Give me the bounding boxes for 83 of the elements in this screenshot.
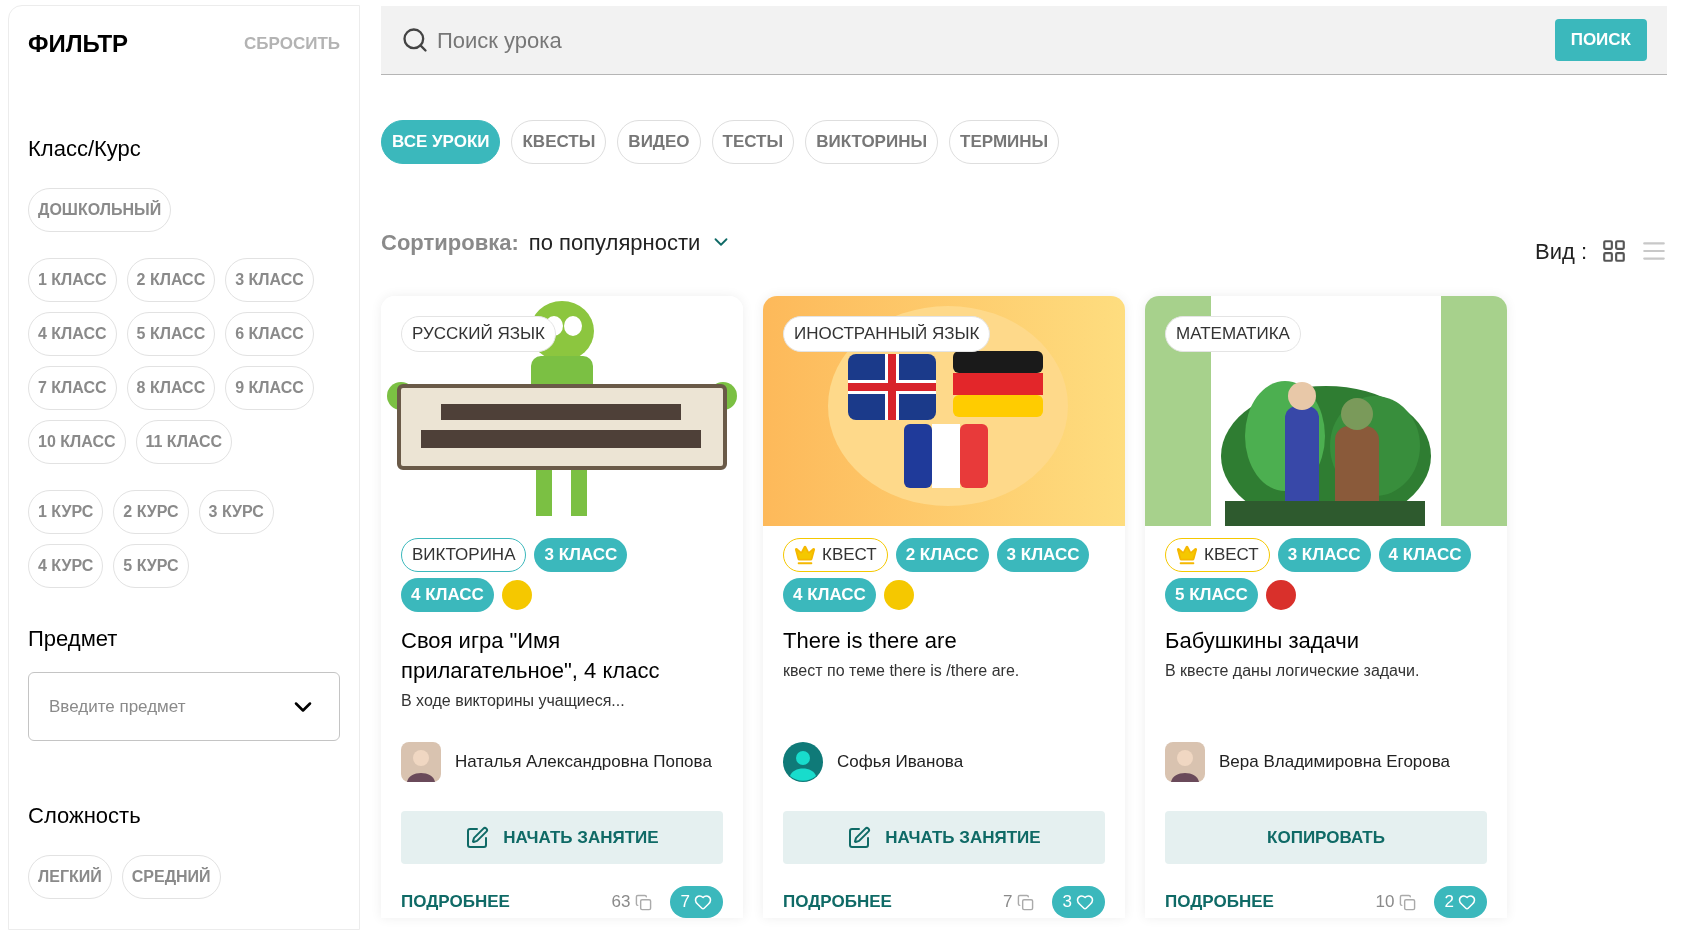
filter-chip[interactable]: 3 КЛАСС bbox=[225, 258, 314, 302]
filter-chip[interactable]: 1 КУРС bbox=[28, 490, 104, 534]
heart-icon bbox=[1458, 893, 1476, 911]
card-description: квест по теме there is /there are. bbox=[783, 661, 1021, 681]
card-title: Своя игра "Имя прилагательное", 4 класс bbox=[401, 627, 661, 685]
like-button[interactable]: 7 bbox=[669, 886, 723, 918]
search-icon bbox=[401, 26, 429, 54]
more-link[interactable]: ПОДРОБНЕЕ bbox=[1165, 889, 1274, 915]
grade-tag: 2 КЛАСС bbox=[895, 538, 989, 572]
filter-chip[interactable]: 2 КЛАСС bbox=[126, 258, 216, 302]
grade-tag: 3 КЛАСС bbox=[1277, 538, 1371, 572]
edit-icon bbox=[847, 825, 872, 850]
filter-chip[interactable]: 2 КУРС bbox=[113, 490, 189, 534]
filter-chip[interactable]: СРЕДНИЙ bbox=[121, 855, 221, 899]
crown-icon bbox=[1176, 544, 1198, 566]
sort-dropdown[interactable]: по популярности bbox=[528, 225, 733, 259]
subject-tag: МАТЕМАТИКА bbox=[1165, 316, 1301, 352]
sort-label: Сортировка: bbox=[381, 228, 519, 257]
grade-tag: 4 КЛАСС bbox=[1378, 538, 1472, 572]
edit-icon bbox=[465, 825, 490, 850]
lesson-type-tab[interactable]: ВИКТОРИНЫ bbox=[805, 120, 939, 164]
grid-view-icon[interactable] bbox=[1601, 238, 1627, 264]
heart-icon bbox=[694, 893, 712, 911]
filter-chip[interactable]: 4 КЛАСС bbox=[28, 312, 117, 356]
lesson-card[interactable]: МАТЕМАТИКА КВЕСТ 3 КЛАСС 4 КЛАСС 5 КЛАСС Бабушкины задачи В квесте даны логические задачи. Вера Владимировна Егорова КОПИРОВАТЬ ПОДРОБНЕЕ 10 2 bbox=[1145, 296, 1507, 918]
filter-chip[interactable]: 3 КУРС bbox=[198, 490, 274, 534]
filter-chip[interactable]: 8 КЛАСС bbox=[126, 366, 216, 410]
card-title: There is there are bbox=[783, 627, 958, 655]
action-button[interactable]: НАЧАТЬ ЗАНЯТИЕ bbox=[401, 811, 723, 864]
grade-tag: 3 КЛАСС bbox=[534, 538, 628, 572]
card-description: В квесте даны логические задачи. bbox=[1165, 661, 1421, 681]
filter-chip[interactable]: 7 КЛАСС bbox=[28, 366, 117, 410]
lesson-type-tab[interactable]: КВЕСТЫ bbox=[511, 120, 607, 164]
reset-link[interactable]: СБРОСИТЬ bbox=[244, 31, 340, 57]
filter-chip[interactable]: 11 КЛАСС bbox=[135, 420, 233, 464]
filter-chip[interactable]: 9 КЛАСС bbox=[225, 366, 314, 410]
copy-icon bbox=[1398, 893, 1416, 911]
action-button[interactable]: НАЧАТЬ ЗАНЯТИЕ bbox=[783, 811, 1105, 864]
filter-chip[interactable]: 5 КУРС bbox=[113, 544, 189, 588]
subject-select[interactable]: Введите предмет bbox=[28, 672, 340, 741]
lesson-card[interactable]: РУССКИЙ ЯЗЫК ВИКТОРИНА 3 КЛАСС 4 КЛАСС Своя игра "Имя прилагательное", 4 класс В ходе викторины учащиеся... Наталья Александровна Попова НАЧАТЬ ЗАНЯТИЕ ПОДРОБНЕЕ 63 7 bbox=[381, 296, 743, 918]
section-title: Класс/Курс bbox=[28, 135, 142, 163]
copy-count: 63 bbox=[611, 891, 631, 914]
copy-icon bbox=[634, 893, 652, 911]
author-name: Вера Владимировна Егорова bbox=[1219, 751, 1451, 774]
grade-tag: 5 КЛАСС bbox=[1165, 578, 1258, 612]
copy-count: 7 bbox=[1003, 891, 1013, 914]
grade-tag: 4 КЛАСС bbox=[783, 578, 876, 612]
crown-icon bbox=[794, 544, 816, 566]
section-title: Сложность bbox=[28, 802, 142, 830]
copy-count: 10 bbox=[1375, 891, 1395, 914]
action-button[interactable]: КОПИРОВАТЬ bbox=[1165, 811, 1487, 864]
subject-tag: РУССКИЙ ЯЗЫК bbox=[401, 316, 556, 352]
filter-chip[interactable]: 1 КЛАСС bbox=[28, 258, 117, 302]
like-button[interactable]: 3 bbox=[1051, 886, 1105, 918]
author-name: Наталья Александровна Попова bbox=[455, 751, 712, 774]
like-button[interactable]: 2 bbox=[1433, 886, 1487, 918]
filter-chip[interactable]: ДОШКОЛЬНЫЙ bbox=[28, 188, 172, 232]
subject-tag: ИНОСТРАННЫЙ ЯЗЫК bbox=[783, 316, 991, 352]
lesson-type-tab[interactable]: ВСЕ УРОКИ bbox=[381, 120, 501, 164]
card-title: Бабушкины задачи bbox=[1165, 627, 1361, 655]
card-description: В ходе викторины учащиеся... bbox=[401, 691, 626, 711]
lesson-card[interactable]: ИНОСТРАННЫЙ ЯЗЫК КВЕСТ 2 КЛАСС 3 КЛАСС 4 КЛАСС There is there are квест по теме there is /there are. Софья Иванова НАЧАТЬ ЗАНЯТИЕ ПОДРОБНЕЕ 7 3 bbox=[763, 296, 1125, 918]
filter-chip[interactable]: 6 КЛАСС bbox=[225, 312, 314, 356]
grade-tag: 4 КЛАСС bbox=[401, 578, 494, 612]
section-title: Предмет bbox=[28, 625, 119, 653]
more-link[interactable]: ПОДРОБНЕЕ bbox=[783, 889, 892, 915]
filter-chip[interactable]: 4 КУРС bbox=[28, 544, 104, 588]
lesson-type-tab[interactable]: ВИДЕО bbox=[617, 120, 701, 164]
filter-title: ФИЛЬТР bbox=[28, 29, 129, 59]
lesson-type-tab[interactable]: ТЕСТЫ bbox=[711, 120, 795, 164]
author-name: Софья Иванова bbox=[837, 751, 964, 774]
search-button[interactable]: ПОИСК bbox=[1554, 19, 1647, 61]
heart-icon bbox=[1076, 893, 1094, 911]
filter-chip[interactable]: ЛЕГКИЙ bbox=[28, 855, 112, 899]
more-link[interactable]: ПОДРОБНЕЕ bbox=[401, 889, 510, 915]
lesson-type-tab[interactable]: ТЕРМИНЫ bbox=[949, 120, 1060, 164]
copy-icon bbox=[1016, 893, 1034, 911]
filter-chip[interactable]: 10 КЛАСС bbox=[28, 420, 126, 464]
search-field[interactable]: Поиск урока ПОИСК bbox=[381, 6, 1667, 75]
filter-chip[interactable]: 5 КЛАСС bbox=[126, 312, 216, 356]
view-label: Вид : bbox=[1534, 237, 1587, 266]
grade-tag: 3 КЛАСС bbox=[996, 538, 1090, 572]
